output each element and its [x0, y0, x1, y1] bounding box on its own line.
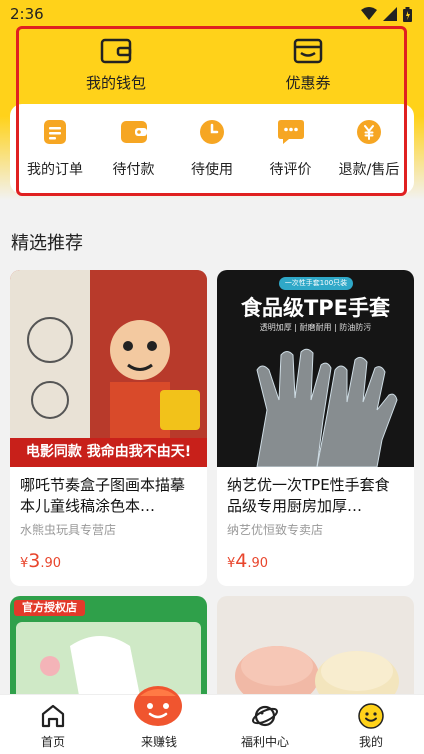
price-decimal: .90 — [247, 556, 269, 571]
clock-icon — [200, 120, 224, 144]
status-bar: 2:36 — [0, 0, 424, 28]
status-time: 2:36 — [10, 5, 44, 23]
signal-icon — [383, 7, 397, 21]
product-image: 电影同款 我命由我不由天! — [10, 270, 207, 467]
to-review-button[interactable]: 待评价 — [252, 119, 330, 179]
nav-welfare[interactable]: 福利中心 — [212, 695, 318, 754]
coupon-button[interactable]: 优惠券 — [212, 28, 404, 102]
my-wallet-label: 我的钱包 — [85, 73, 146, 92]
my-wallet-button[interactable]: 我的钱包 — [20, 28, 212, 102]
wifi-icon — [361, 7, 377, 20]
nav-mine-label: 我的 — [358, 735, 383, 749]
smile-icon — [358, 703, 384, 729]
pending-payment-icon — [120, 121, 147, 143]
official-store-badge-text: 官方授权店 — [22, 601, 77, 614]
product-image-art — [10, 270, 207, 438]
coupon-icon — [293, 38, 323, 63]
nav-earn-label: 来赚钱 — [140, 735, 177, 749]
refund-icon — [357, 120, 381, 144]
home-icon — [41, 704, 65, 728]
orders-card: 我的订单 待付款 待使用 待评价 退款/售后 — [10, 104, 414, 194]
product-grid: 电影同款 我命由我不由天! 哪吒节奏盒子图画本描摹本儿童线稿涂色本… 水熊虫玩具… — [10, 270, 414, 716]
product-shop: 水熊虫玩具专营店 — [20, 523, 117, 537]
price-integer: 3 — [28, 550, 41, 572]
nav-home-label: 首页 — [40, 735, 65, 749]
product-image-heading: 食品级TPE手套 — [240, 296, 391, 320]
battery-icon — [403, 6, 412, 22]
refund-aftersale-button[interactable]: 退款/售后 — [330, 119, 408, 179]
bottom-nav: 首页 来赚钱 福利中心 我的 — [0, 694, 424, 754]
wallet-icon — [100, 38, 132, 63]
to-use-button[interactable]: 待使用 — [173, 119, 251, 179]
product-image: 一次性手套100只装 食品级TPE手套 透明加厚 | 耐磨耐用 | 防油防污 — [217, 270, 414, 467]
recommend-title: 精选推荐 — [11, 233, 83, 254]
refund-aftersale-label: 退款/售后 — [338, 162, 400, 178]
product-shop: 纳艺优恒致专卖店 — [227, 523, 324, 537]
money-bag-icon[interactable] — [130, 684, 186, 728]
price-decimal: .90 — [40, 556, 62, 571]
pending-payment-label: 待付款 — [112, 162, 155, 178]
to-use-label: 待使用 — [191, 162, 233, 178]
status-icons — [361, 6, 412, 22]
product-price: ¥3.90 — [20, 550, 61, 572]
comment-icon — [277, 120, 304, 144]
product-title: 哪吒节奏盒子图画本描摹本儿童线稿涂色本… — [20, 476, 186, 515]
my-orders-label: 我的订单 — [27, 162, 83, 178]
order-list-icon — [44, 120, 66, 144]
my-orders-button[interactable]: 我的订单 — [16, 119, 94, 179]
gloves-illustration — [256, 348, 398, 467]
coupon-label: 优惠券 — [285, 73, 331, 92]
to-review-label: 待评价 — [269, 162, 312, 178]
wallet-row: 我的钱包 优惠券 — [20, 28, 404, 102]
product-card[interactable]: 电影同款 我命由我不由天! 哪吒节奏盒子图画本描摹本儿童线稿涂色本… 水熊虫玩具… — [10, 270, 207, 586]
official-store-badge: 官方授权店 — [14, 600, 85, 616]
nav-home[interactable]: 首页 — [0, 695, 106, 754]
product-image-features: 透明加厚 | 耐磨耐用 | 防油防污 — [259, 323, 372, 332]
nav-welfare-label: 福利中心 — [240, 735, 289, 749]
pending-payment-button[interactable]: 待付款 — [95, 119, 173, 179]
price-integer: 4 — [235, 550, 248, 572]
product-price: ¥4.90 — [227, 550, 268, 572]
product-card[interactable]: 一次性手套100只装 食品级TPE手套 透明加厚 | 耐磨耐用 | 防油防污 纳… — [217, 270, 414, 586]
product-image-banner: 电影同款 我命由我不由天! — [10, 438, 207, 467]
product-image-tag: 一次性手套100只装 — [279, 277, 353, 290]
product-title: 纳艺优一次TPE性手套食品级专用厨房加厚… — [227, 476, 390, 515]
nav-mine[interactable]: 我的 — [318, 695, 424, 754]
planet-icon — [252, 705, 278, 727]
